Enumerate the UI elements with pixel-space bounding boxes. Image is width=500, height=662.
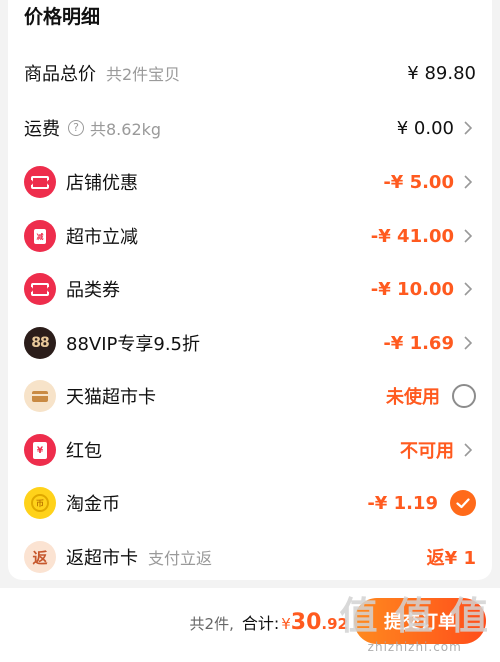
chevron-right-icon <box>460 279 476 299</box>
currency-symbol: ¥ <box>281 615 291 633</box>
chevron-right-icon <box>460 118 476 138</box>
row-shipping[interactable]: 运费 ? 共8.62kg ¥ 0.00 <box>24 111 476 145</box>
goods-count-text: 共2件宝贝 <box>106 65 181 84</box>
goods-total-label: 商品总价 <box>24 64 96 85</box>
row-supermarket-reduction[interactable]: 减 超市立减 -¥ 41.00 <box>24 219 476 253</box>
item-count: 共2件, <box>189 615 234 633</box>
checkout-bar: 共2件, 合计: ¥ 30 .92 提交订单 值 值 值 zhizhizhi.c… <box>0 588 500 662</box>
supermarket-card-checkbox[interactable] <box>452 384 476 408</box>
taobao-coins-checkbox[interactable] <box>450 490 476 516</box>
coupon-icon <box>24 166 56 198</box>
order-total: 共2件, 合计: ¥ 30 .92 <box>190 610 348 635</box>
store-discount-amount: -¥ 5.00 <box>383 171 454 193</box>
vip-discount-label: 88VIP专享9.5折 <box>66 334 201 355</box>
watermark-url: zhizhizhi.com <box>367 640 462 654</box>
total-integer: 30 <box>290 610 322 635</box>
taobao-coins-label: 淘金币 <box>66 494 120 515</box>
category-coupon-amount: -¥ 10.00 <box>370 278 454 300</box>
chevron-right-icon <box>460 440 476 460</box>
vip-badge-icon: 88 <box>24 327 56 359</box>
chevron-right-icon <box>460 226 476 246</box>
taobao-coins-amount: -¥ 1.19 <box>367 492 438 514</box>
row-taobao-coins[interactable]: 币 淘金币 -¥ 1.19 <box>24 486 476 520</box>
supermarket-card-status: 未使用 <box>386 387 440 408</box>
row-goods-total: 商品总价 共2件宝贝 ¥ 89.80 <box>24 56 476 90</box>
panel-title: 价格明细 <box>24 6 101 28</box>
store-discount-label: 店铺优惠 <box>66 173 138 194</box>
coin-icon: 币 <box>24 487 56 519</box>
category-coupon-label: 品类券 <box>66 280 120 301</box>
red-packet-icon: ¥ <box>24 434 56 466</box>
row-88vip[interactable]: 88 88VIP专享9.5折 -¥ 1.69 <box>24 326 476 360</box>
check-icon <box>456 497 470 508</box>
card-icon <box>24 380 56 412</box>
red-packet-status: 不可用 <box>400 441 454 462</box>
reduction-icon: 减 <box>24 220 56 252</box>
coupon-icon <box>24 273 56 305</box>
chevron-right-icon <box>460 333 476 353</box>
row-rebate-card: 返 返超市卡 支付立返 返¥ 1 <box>24 540 476 574</box>
rebate-card-value: 返¥ 1 <box>426 548 476 569</box>
vip-discount-amount: -¥ 1.69 <box>383 332 454 354</box>
red-packet-label: 红包 <box>66 441 102 462</box>
rebate-card-sub: 支付立返 <box>148 549 213 568</box>
help-icon[interactable]: ? <box>68 120 84 136</box>
price-detail-panel: 价格明细 商品总价 共2件宝贝 ¥ 89.80 运费 ? 共8.62kg ¥ 0… <box>8 0 492 580</box>
supermarket-card-label: 天猫超市卡 <box>66 387 156 408</box>
row-supermarket-card[interactable]: 天猫超市卡 未使用 <box>24 379 476 413</box>
shipping-weight: 共8.62kg <box>90 120 162 139</box>
row-category-coupon[interactable]: 品类券 -¥ 10.00 <box>24 272 476 306</box>
chevron-right-icon <box>460 172 476 192</box>
watermark-logo: 值 值 值 <box>339 594 490 638</box>
watermark: 值 值 值 zhizhizhi.com <box>340 585 490 654</box>
supermarket-reduction-label: 超市立减 <box>66 227 138 248</box>
supermarket-reduction-amount: -¥ 41.00 <box>370 225 454 247</box>
total-label: 合计: <box>241 614 280 633</box>
shipping-amount: ¥ 0.00 <box>396 117 454 139</box>
rebate-badge-icon: 返 <box>24 541 56 573</box>
rebate-card-label: 返超市卡 <box>66 548 138 569</box>
row-store-discount[interactable]: 店铺优惠 -¥ 5.00 <box>24 165 476 199</box>
shipping-label: 运费 <box>24 119 60 140</box>
row-red-packet[interactable]: ¥ 红包 不可用 <box>24 433 476 467</box>
goods-total-amount: ¥ 89.80 <box>407 62 476 84</box>
